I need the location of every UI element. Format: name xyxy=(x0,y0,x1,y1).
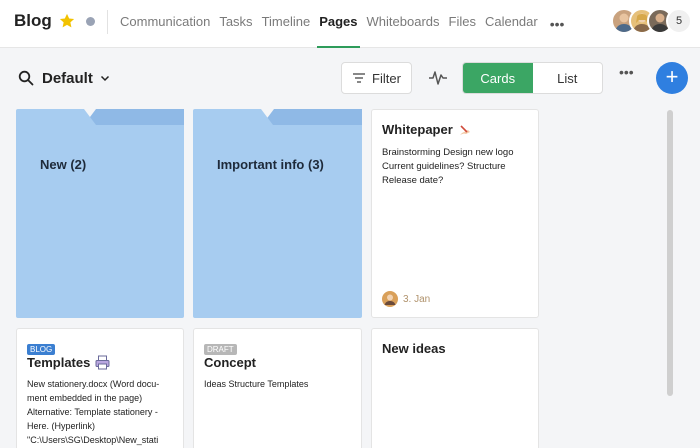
activity-icon[interactable] xyxy=(428,68,448,88)
card-text-line: Release date? xyxy=(382,175,444,186)
card-text-line: Brainstorming Design new logo xyxy=(382,147,514,158)
avatar xyxy=(382,291,398,307)
view-name: Default xyxy=(42,69,93,87)
card-text-line: Current guidelines? Structure xyxy=(382,161,506,172)
card-text-line: ment embedded in the page) xyxy=(27,393,143,403)
module-tabs: Communication Tasks Timeline Pages White… xyxy=(120,0,564,48)
card-title: New ideas xyxy=(382,341,446,356)
card-title: Whitepaper xyxy=(382,122,453,137)
card-text-line: "C:\Users\SG\Desktop\New_stati xyxy=(27,435,159,445)
status-dot xyxy=(86,17,95,26)
filter-label: Filter xyxy=(372,70,401,86)
tab-timeline[interactable]: Timeline xyxy=(262,0,311,48)
card-title: Templates xyxy=(27,355,91,370)
card-text-line: Alternative: Template stationery - xyxy=(27,407,158,417)
card-text-line: Ideas Structure Templates xyxy=(204,379,309,389)
filter-button[interactable]: Filter xyxy=(341,62,412,94)
tag-badge: DRAFT xyxy=(204,344,237,355)
printer-icon xyxy=(95,355,110,370)
folder-body xyxy=(16,109,184,318)
writing-hand-icon xyxy=(459,124,470,135)
tab-pages[interactable]: Pages xyxy=(317,0,360,48)
cards-view-button[interactable]: Cards xyxy=(463,63,533,93)
member-avatars[interactable]: 5 xyxy=(611,8,693,36)
tab-whiteboards[interactable]: Whiteboards xyxy=(367,0,440,48)
folder-tab xyxy=(84,109,184,125)
search-icon xyxy=(18,70,34,86)
page-card-whitepaper[interactable]: Whitepaper Brainstorming Design new logo… xyxy=(371,109,539,318)
view-mode-toggle: Cards List xyxy=(462,62,603,94)
tab-communication[interactable]: Communication xyxy=(120,0,210,48)
project-title[interactable]: Blog xyxy=(14,11,52,31)
tag-badge: BLOG xyxy=(27,344,56,355)
scrollbar[interactable] xyxy=(667,110,673,396)
view-selector[interactable]: Default xyxy=(18,66,111,90)
folder-label: New (2) xyxy=(40,157,87,172)
folder-tab xyxy=(262,109,362,125)
card-footer: 3. Jan xyxy=(382,291,430,307)
more-tabs-button[interactable]: ••• xyxy=(550,2,565,46)
tab-tasks[interactable]: Tasks xyxy=(219,0,252,48)
list-view-button[interactable]: List xyxy=(533,63,603,93)
more-options-button[interactable]: ••• xyxy=(619,64,634,80)
page-card-concept[interactable]: DRAFT Concept Ideas Structure Templates xyxy=(193,328,362,448)
add-page-button[interactable]: + xyxy=(656,62,688,94)
folder-label: Important info (3) xyxy=(217,157,324,172)
top-navigation-bar: Blog Communication Tasks Timeline Pages … xyxy=(0,0,700,48)
chevron-down-icon xyxy=(100,75,109,82)
folder-body xyxy=(193,109,362,318)
filter-icon xyxy=(353,73,366,83)
page-card-templates[interactable]: BLOG Templates New stationery.docx (Word… xyxy=(16,328,184,448)
nav-divider xyxy=(107,10,108,34)
page-card-new-ideas[interactable]: New ideas xyxy=(371,328,539,448)
folder-important-info[interactable]: Important info (3) xyxy=(193,109,362,318)
card-text-line: Here. (Hyperlink) xyxy=(27,421,96,431)
tab-calendar[interactable]: Calendar xyxy=(485,0,538,48)
member-count: 5 xyxy=(666,8,692,34)
star-icon[interactable] xyxy=(58,12,76,30)
folder-new[interactable]: New (2) xyxy=(16,109,184,318)
card-text-line: New stationery.docx (Word docu- xyxy=(27,379,160,389)
due-date: 3. Jan xyxy=(403,293,431,305)
card-title: Concept xyxy=(204,355,256,370)
tab-files[interactable]: Files xyxy=(449,0,476,48)
